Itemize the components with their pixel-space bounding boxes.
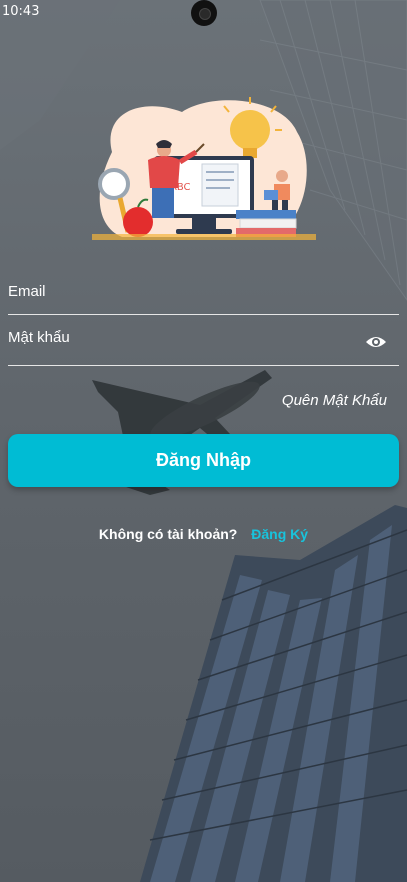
signup-row: Không có tài khoản? Đăng Ký xyxy=(0,526,407,542)
camera-cutout xyxy=(191,0,217,26)
learning-illustration: ABC xyxy=(92,97,316,240)
login-button[interactable]: Đăng Nhập xyxy=(8,434,399,487)
eye-icon[interactable] xyxy=(365,335,387,349)
status-time: 10:43 xyxy=(2,4,40,19)
email-label: Email xyxy=(8,283,46,300)
email-underline xyxy=(8,314,399,315)
forgot-password-link[interactable]: Quên Mật Khẩu xyxy=(282,392,387,409)
no-account-text: Không có tài khoản? xyxy=(98,526,238,542)
password-field[interactable]: Mật khẩu xyxy=(8,329,399,366)
email-field[interactable]: Email xyxy=(8,283,399,315)
status-bar: 10:43 xyxy=(0,0,407,26)
password-label: Mật khẩu xyxy=(8,329,70,346)
password-underline xyxy=(8,365,399,366)
signup-link[interactable]: Đăng Ký xyxy=(251,526,308,542)
